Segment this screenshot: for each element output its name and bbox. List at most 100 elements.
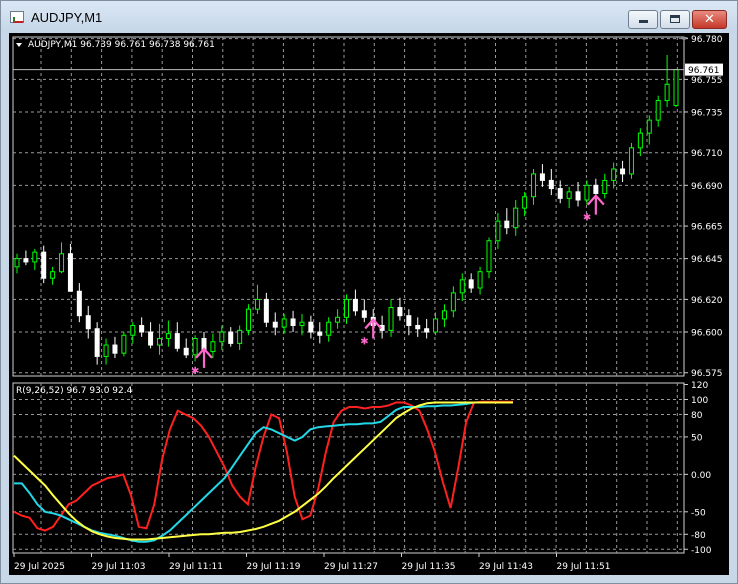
candle-body bbox=[566, 191, 572, 199]
candle-body bbox=[450, 292, 456, 312]
time-axis-label: 29 Jul 11:11 bbox=[169, 562, 223, 572]
candle-body bbox=[522, 196, 528, 209]
price-axis-label: 96.600 bbox=[691, 328, 723, 338]
candle-body bbox=[130, 324, 136, 336]
indicator-axis-label: 100 bbox=[691, 396, 708, 406]
candle-body bbox=[254, 298, 260, 310]
time-axis-label: 29 Jul 11:27 bbox=[324, 562, 378, 572]
candle-body bbox=[210, 341, 216, 353]
candle-body bbox=[76, 290, 82, 317]
candle-body bbox=[495, 220, 501, 242]
price-axis-label: 96.665 bbox=[691, 223, 723, 233]
window-title: AUDJPY,M1 bbox=[31, 10, 103, 25]
candle-body bbox=[548, 179, 554, 190]
minimize-button[interactable] bbox=[628, 10, 658, 29]
time-axis-label: 29 Jul 2025 bbox=[14, 562, 65, 572]
candle-body bbox=[148, 331, 154, 346]
indicator-info-label: R(9,26,52) 96.7 93.0 92.4 bbox=[16, 386, 133, 396]
indicator-axis-label: 120 bbox=[691, 381, 708, 391]
chart-area[interactable]: 96.780 96.755 96.735 96.710 96.690 96.665 96.6… bbox=[9, 33, 729, 575]
candle-body bbox=[219, 331, 225, 343]
candle-body bbox=[628, 147, 634, 175]
chart-canvas[interactable]: 96.780 96.755 96.735 96.710 96.690 96.665 96.6… bbox=[9, 33, 729, 575]
candle-body bbox=[112, 344, 118, 354]
candle-body bbox=[593, 184, 599, 194]
candle-body bbox=[637, 132, 643, 149]
candle-body bbox=[424, 328, 430, 333]
candle-body bbox=[192, 338, 198, 356]
candle-body bbox=[59, 253, 65, 273]
candle-body bbox=[584, 184, 590, 201]
candle-body bbox=[477, 271, 483, 289]
indicator-axis-label: 0.00 bbox=[691, 471, 711, 481]
indicator-axis-label: 50 bbox=[691, 433, 703, 443]
price-axis-label: 96.710 bbox=[691, 149, 723, 159]
candle-body bbox=[246, 308, 252, 331]
candle-body bbox=[468, 279, 474, 289]
signal-star-icon: ✱ bbox=[191, 366, 199, 377]
candle-body bbox=[415, 324, 421, 330]
candle-body bbox=[557, 188, 563, 199]
time-axis-label: 29 Jul 11:03 bbox=[92, 562, 146, 572]
candle-body bbox=[94, 328, 100, 357]
candle-body bbox=[50, 271, 56, 279]
candle-body bbox=[326, 321, 332, 336]
candle-body bbox=[183, 347, 189, 356]
price-axis-label: 96.690 bbox=[691, 182, 723, 192]
indicator-axis-label: -100 bbox=[691, 546, 712, 556]
title-bar[interactable]: AUDJPY,M1 ✕ bbox=[1, 1, 737, 33]
candle-body bbox=[23, 258, 29, 263]
candle-body bbox=[344, 298, 349, 318]
signal-star-icon: ✱ bbox=[360, 337, 368, 348]
candle-body bbox=[67, 253, 73, 292]
candle-body bbox=[388, 307, 394, 331]
candle-body bbox=[620, 168, 626, 175]
candle-body bbox=[317, 331, 323, 336]
candle-body bbox=[237, 329, 243, 344]
time-axis-label: 29 Jul 11:35 bbox=[402, 562, 456, 572]
candle-body bbox=[352, 298, 358, 312]
price-axis-label: 96.620 bbox=[691, 296, 723, 306]
indicator-axis-label: -50 bbox=[691, 508, 706, 518]
time-axis-label: 29 Jul 11:51 bbox=[557, 562, 611, 572]
candle-body bbox=[156, 338, 162, 346]
candle-body bbox=[14, 258, 20, 268]
candle-body bbox=[299, 321, 305, 326]
candle-body bbox=[290, 318, 296, 326]
current-price-label: 96.761 bbox=[688, 66, 720, 76]
candle-body bbox=[85, 315, 91, 330]
candle-body bbox=[513, 207, 519, 229]
indicator-axis-label: -80 bbox=[691, 531, 706, 541]
candle-body bbox=[139, 324, 145, 333]
candle-body bbox=[41, 251, 47, 279]
candle-body bbox=[611, 168, 617, 181]
candle-body bbox=[335, 316, 341, 323]
indicator-series-line bbox=[13, 401, 513, 541]
candle-body bbox=[504, 220, 510, 229]
candle-body bbox=[655, 100, 661, 121]
candle-body bbox=[575, 191, 581, 201]
candle-body bbox=[228, 331, 234, 344]
candle-body bbox=[673, 69, 679, 106]
close-button[interactable]: ✕ bbox=[692, 10, 727, 29]
price-axis-label: 96.780 bbox=[691, 35, 723, 45]
candle-body bbox=[263, 298, 269, 323]
candle-body bbox=[165, 333, 171, 340]
time-axis-label: 29 Jul 11:19 bbox=[247, 562, 301, 572]
candle-body bbox=[406, 315, 412, 326]
candle-body bbox=[433, 318, 439, 333]
candle-body bbox=[281, 318, 287, 328]
candle-body bbox=[361, 310, 367, 318]
price-panel-frame bbox=[12, 36, 685, 377]
maximize-button[interactable] bbox=[660, 10, 690, 29]
candle-body bbox=[646, 119, 652, 134]
candle-body bbox=[103, 344, 109, 357]
close-icon: ✕ bbox=[704, 12, 715, 27]
candle-body bbox=[397, 307, 403, 317]
price-axis-label: 96.755 bbox=[691, 76, 723, 86]
chart-window-icon bbox=[10, 11, 24, 23]
time-axis-label: 29 Jul 11:43 bbox=[479, 562, 533, 572]
candle-body bbox=[32, 251, 38, 263]
indicator-panel-frame bbox=[12, 382, 685, 554]
candle-body bbox=[664, 83, 670, 102]
